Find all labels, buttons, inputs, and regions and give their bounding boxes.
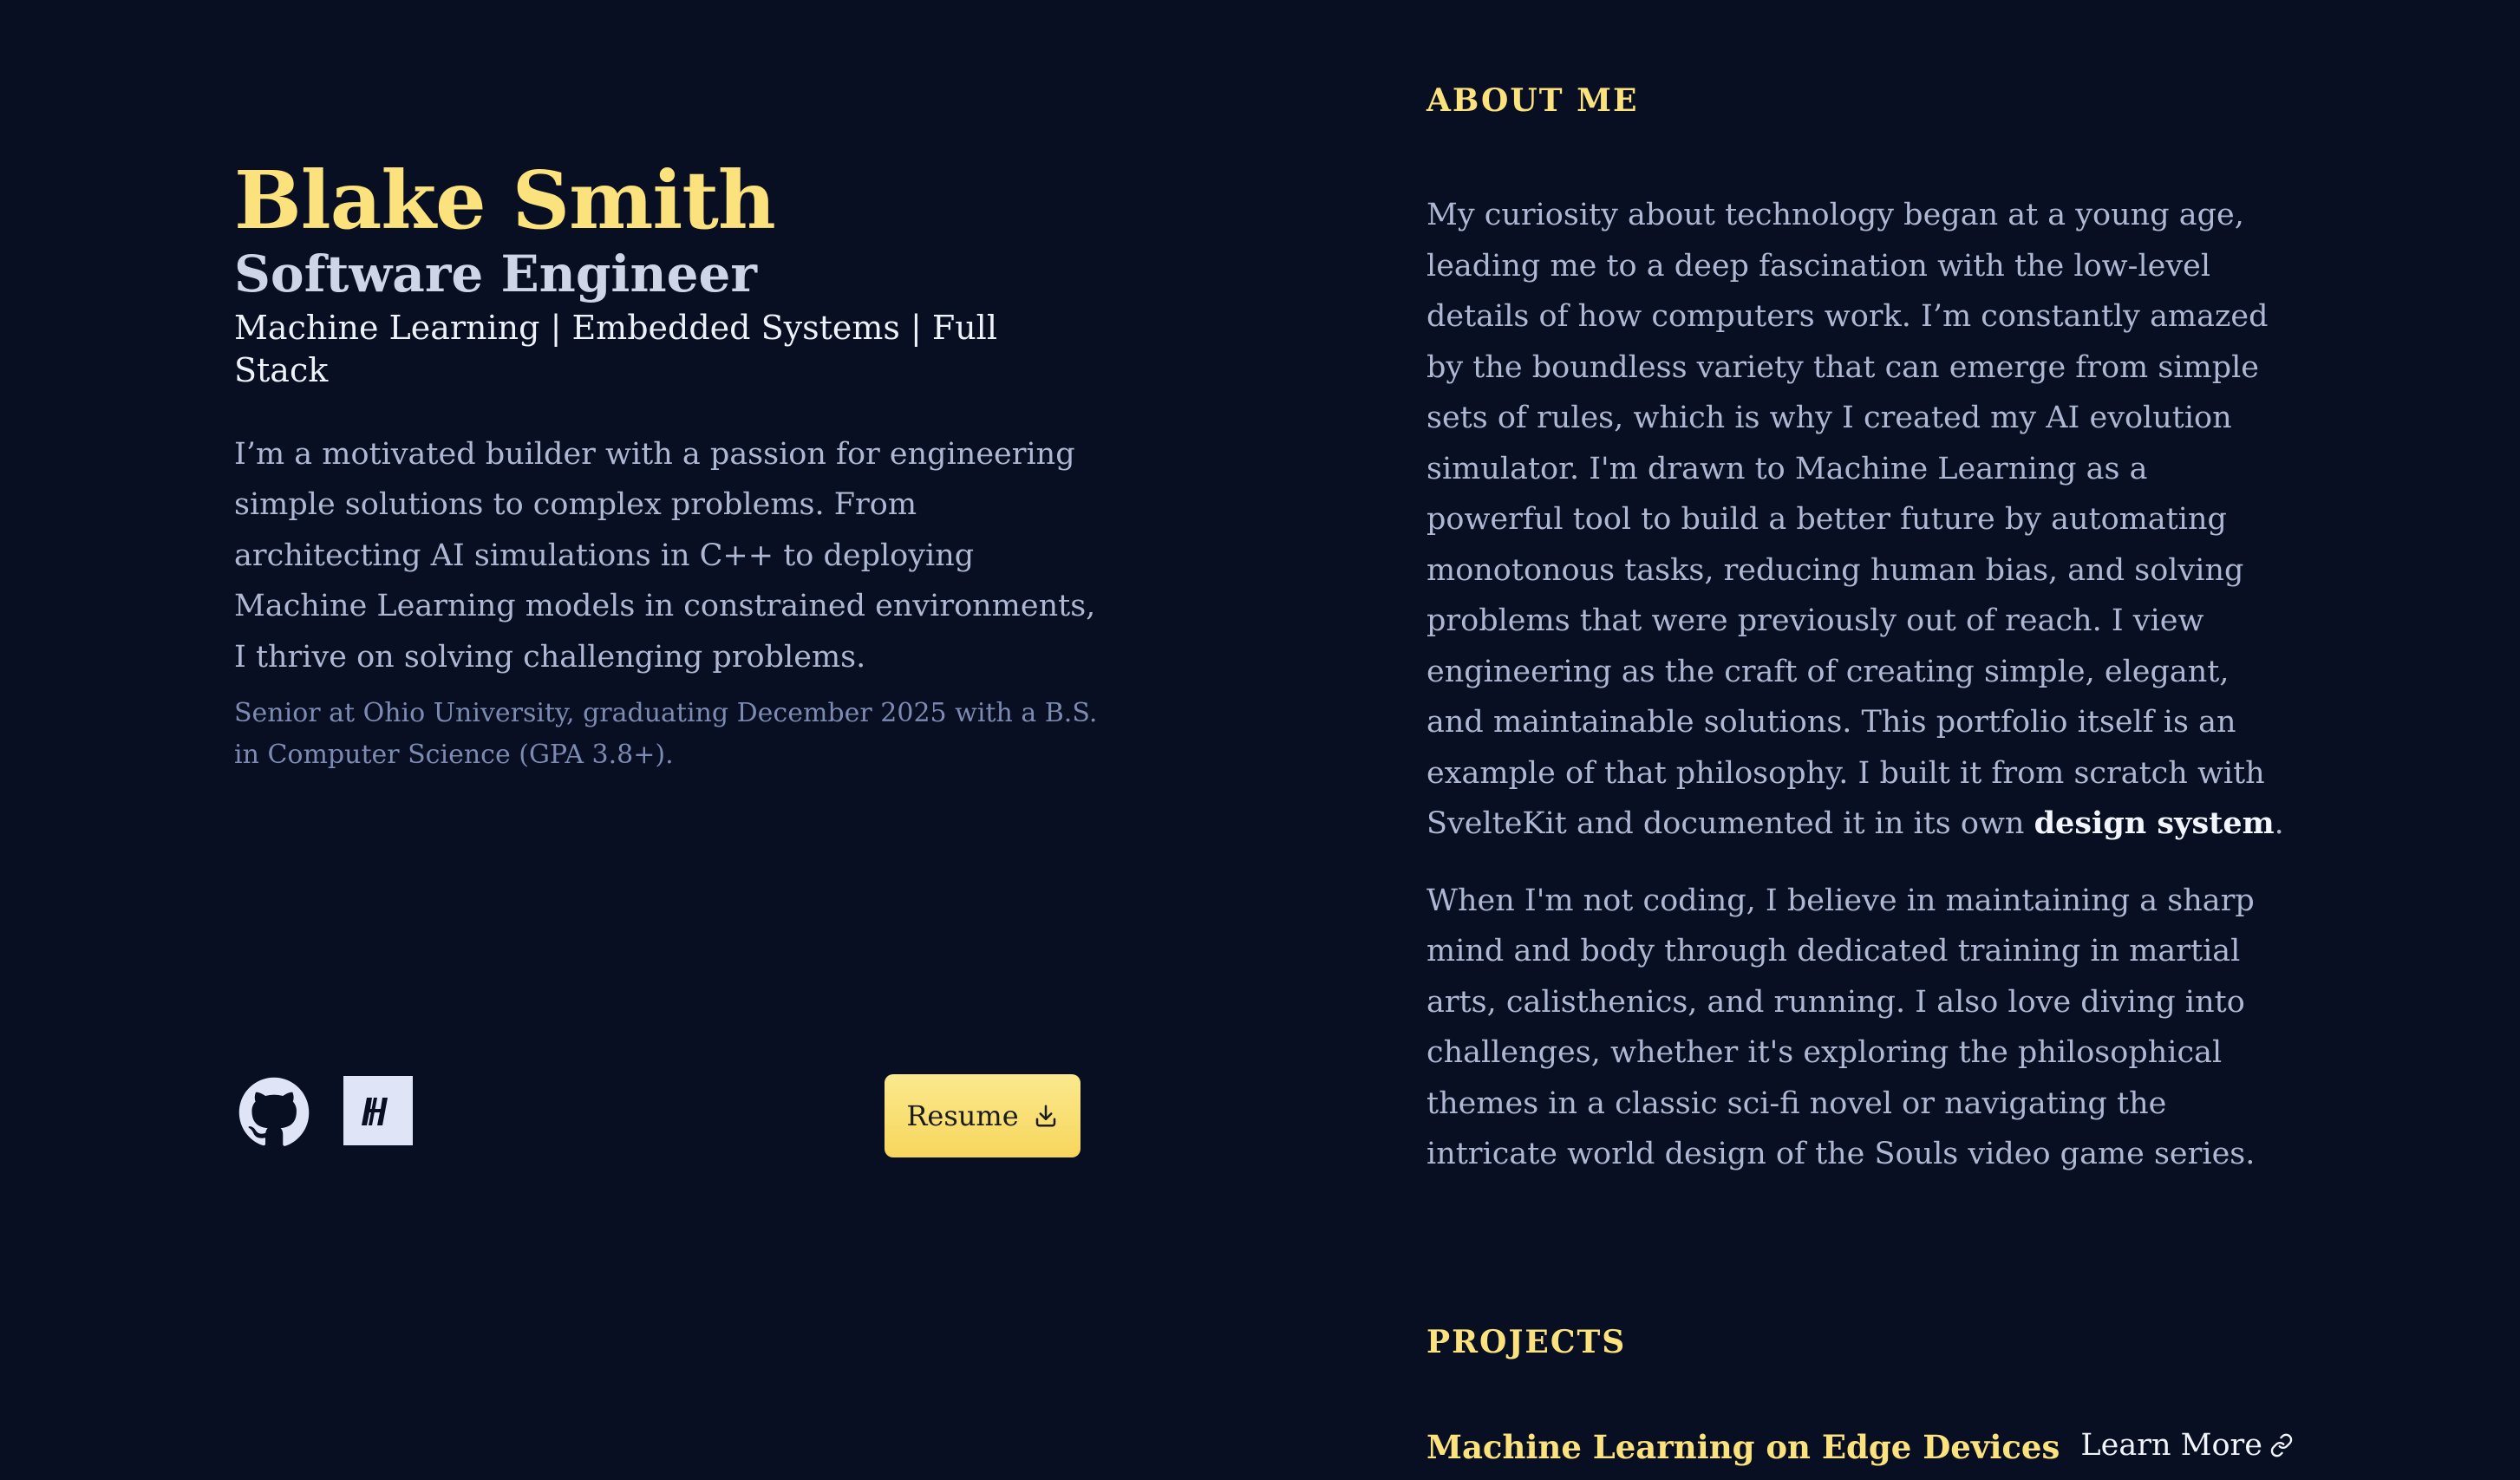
projects-heading: PROJECTS <box>1426 1323 1627 1360</box>
about-paragraph-1-text: My curiosity about technology began at a… <box>1426 198 2269 841</box>
external-link-icon <box>2270 1433 2293 1457</box>
github-link[interactable] <box>238 1076 310 1149</box>
social-links: Resume <box>234 1073 1080 1160</box>
hero-intro: I’m a motivated builder with a passion f… <box>234 436 1096 675</box>
design-system-link[interactable]: design system <box>2034 805 2275 841</box>
hero-education: Senior at Ohio University, graduating De… <box>234 698 1098 770</box>
hero-name: Blake Smith <box>234 153 776 247</box>
resume-button-label: Resume <box>906 1099 1019 1132</box>
about-paragraph-2: When I'm not coding, I believe in mainta… <box>1426 883 2256 1172</box>
hero-section: Blake Smith Software Engineer Machine Le… <box>234 153 1101 776</box>
learn-more-link[interactable]: Learn More <box>2080 1428 2294 1463</box>
about-heading: ABOUT ME <box>1426 82 1639 119</box>
about-paragraph-1-end: . <box>2274 806 2284 841</box>
hashnode-link[interactable] <box>343 1076 413 1145</box>
github-icon <box>238 1077 310 1146</box>
project-title[interactable]: Machine Learning on Edge Devices <box>1426 1428 2060 1466</box>
resume-button[interactable]: Resume <box>885 1074 1080 1157</box>
download-icon <box>1035 1105 1055 1127</box>
about-paragraph-1: My curiosity about technology began at a… <box>1426 190 2294 850</box>
hero-role: Software Engineer <box>234 244 757 304</box>
hashnode-icon <box>362 1098 388 1125</box>
content-column: ABOUT ME My curiosity about technology b… <box>1426 82 2294 1480</box>
learn-more-label: Learn More <box>2080 1427 2262 1463</box>
hero-specialties: Machine Learning | Embedded Systems | Fu… <box>234 308 997 390</box>
project-item: Machine Learning on Edge Devices Learn M… <box>1426 1428 2294 1480</box>
